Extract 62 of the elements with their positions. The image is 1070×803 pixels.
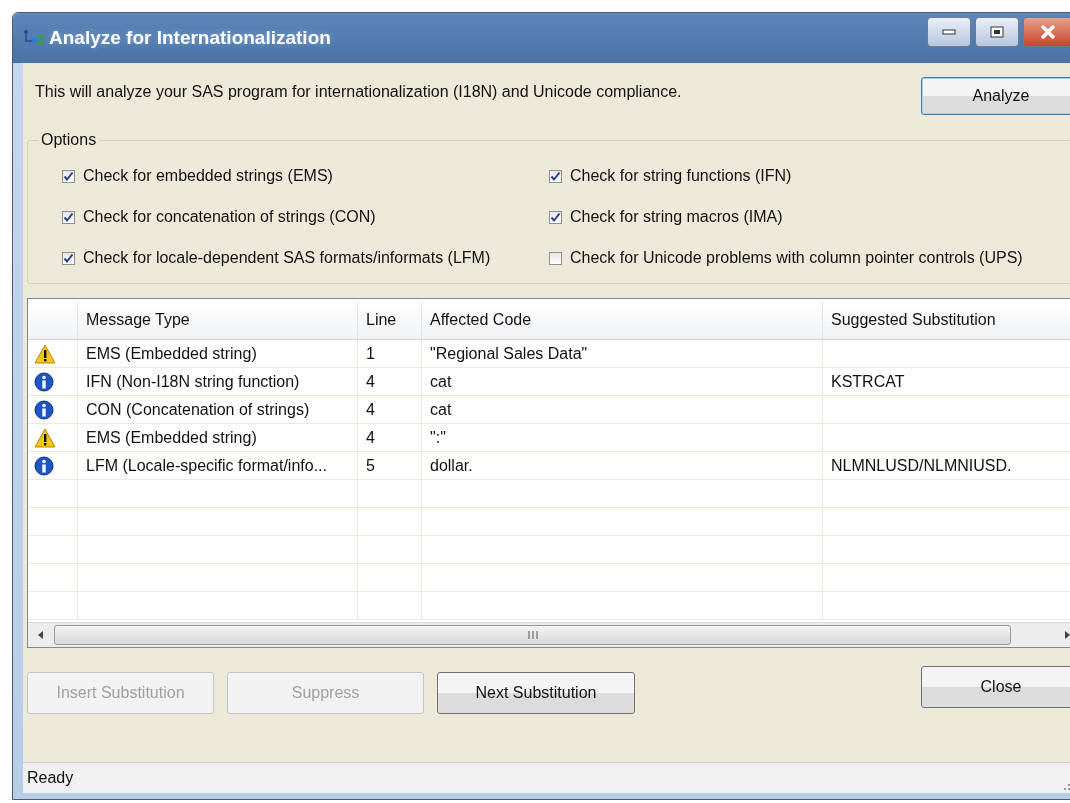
table-cell: IFN (Non-I18N string function) xyxy=(78,368,358,395)
table-cell: dollar. xyxy=(422,452,823,479)
column-header[interactable]: Suggested Substitution xyxy=(823,301,1070,339)
column-header[interactable]: Line xyxy=(358,301,422,339)
window-title: Analyze for Internationalization xyxy=(49,27,331,49)
table-cell: 4 xyxy=(358,424,422,451)
options-label: Options xyxy=(40,131,98,149)
table-cell: cat xyxy=(422,368,823,395)
checkmark-icon xyxy=(63,252,74,264)
maximize-button[interactable] xyxy=(975,17,1019,47)
right-arrow-icon xyxy=(1062,630,1070,640)
grip-icon xyxy=(526,631,539,639)
checkbox-label: Check for locale-dependent SAS formats/informats (LFM) xyxy=(83,249,491,267)
table-cell: EMS (Embedded string) xyxy=(78,424,358,451)
dialog-close-button[interactable]: Close xyxy=(921,666,1070,708)
checkbox[interactable] xyxy=(549,210,562,224)
description-text: This will analyze your SAS program for internationalization (I18N) and Unicode compliance. xyxy=(35,83,682,101)
minimize-icon xyxy=(942,29,956,35)
table-cell: NLMNLUSD/NLMNIUSD. xyxy=(831,456,1012,475)
action-button[interactable]: Next Substitution xyxy=(437,672,635,714)
column-header[interactable]: Affected Code xyxy=(422,301,823,339)
table-cell: cat xyxy=(422,396,823,423)
checkbox[interactable] xyxy=(62,169,75,183)
table-cell: CON (Concatenation of strings) xyxy=(78,396,358,423)
checkbox-label: Check for string macros (IMA) xyxy=(570,208,783,226)
checkmark-icon xyxy=(63,211,74,223)
maximize-icon xyxy=(990,26,1004,38)
analyze-button[interactable]: Analyze xyxy=(921,77,1070,115)
left-arrow-icon xyxy=(36,630,46,640)
table-cell: EMS (Embedded string) xyxy=(78,340,358,367)
minimize-button[interactable] xyxy=(927,17,971,47)
warning-icon xyxy=(34,427,56,448)
table-cell: "Regional Sales Data" xyxy=(422,340,823,367)
info-icon xyxy=(34,455,54,476)
close-icon xyxy=(1039,24,1057,40)
horizontal-scrollbar[interactable] xyxy=(28,622,1070,647)
table-cell: ":" xyxy=(422,424,823,451)
table-cell: KSTRCAT xyxy=(831,372,905,391)
scrollbar-thumb[interactable] xyxy=(54,625,1011,645)
table-cell: 5 xyxy=(358,452,422,479)
checkbox-label: Check for embedded strings (EMS) xyxy=(83,167,333,185)
column-header[interactable]: Message Type xyxy=(78,301,358,339)
checkbox-label: Check for concatenation of strings (CON) xyxy=(83,208,376,226)
checkbox[interactable] xyxy=(62,251,75,265)
checkbox[interactable] xyxy=(549,169,562,183)
warning-icon xyxy=(34,343,56,364)
checkbox-label: Check for Unicode problems with column pointer controls (UPS) xyxy=(570,249,1023,267)
close-button[interactable] xyxy=(1023,17,1070,47)
app-icon xyxy=(23,29,45,47)
table-cell: LFM (Locale-specific format/info... xyxy=(78,452,358,479)
checkbox[interactable] xyxy=(62,210,75,224)
checkbox-label: Check for string functions (IFN) xyxy=(570,167,792,185)
table-cell: 1 xyxy=(358,340,422,367)
checkmark-icon xyxy=(63,170,74,182)
checkmark-icon xyxy=(550,170,561,182)
checkbox[interactable] xyxy=(549,251,562,265)
info-icon xyxy=(34,371,54,392)
checkmark-icon xyxy=(550,211,561,223)
status-text: Ready xyxy=(27,769,74,787)
table-cell: 4 xyxy=(358,368,422,395)
table-cell: 4 xyxy=(358,396,422,423)
info-icon xyxy=(34,399,54,420)
